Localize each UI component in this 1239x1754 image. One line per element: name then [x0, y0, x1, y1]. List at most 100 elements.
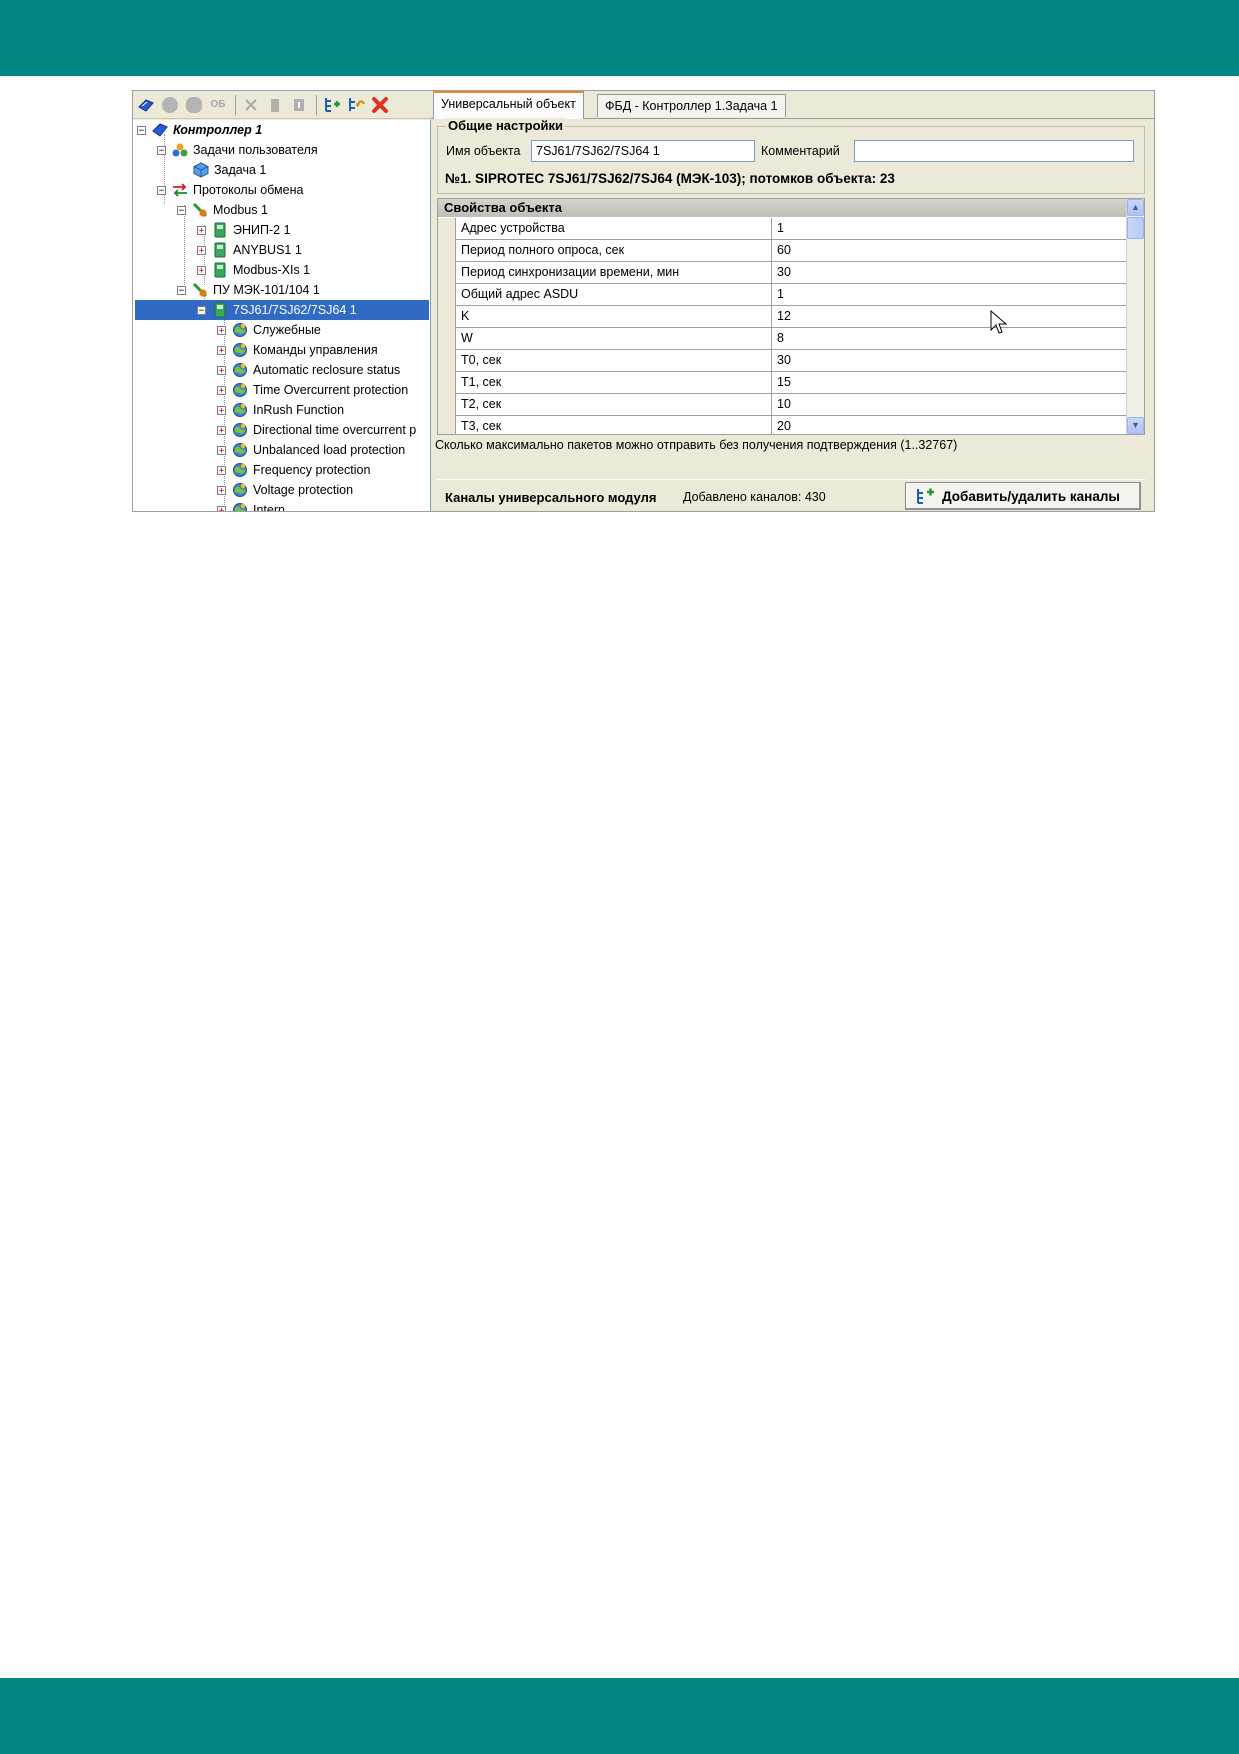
tree-node-modbusxls[interactable]: + Modbus-XIs 1: [197, 260, 310, 280]
globe-icon: [233, 423, 247, 437]
object-name-input[interactable]: 7SJ61/7SJ62/7SJ64 1: [531, 140, 755, 162]
add-group-icon[interactable]: [183, 94, 205, 116]
property-row[interactable]: Период синхронизации времени, мин 30: [438, 262, 1128, 284]
property-row[interactable]: K 12: [438, 306, 1128, 328]
property-value[interactable]: 12: [772, 306, 1128, 328]
comment-input[interactable]: [854, 140, 1134, 162]
expand-toggle[interactable]: +: [217, 345, 226, 355]
tree-node-label: Протоколы обмена: [193, 183, 304, 197]
property-hint: Сколько максимально пакетов можно отправ…: [435, 438, 958, 452]
ob-label: ОБ: [210, 99, 226, 110]
property-row[interactable]: Общий адрес ASDU 1: [438, 284, 1128, 306]
cut-icon[interactable]: [240, 94, 262, 116]
expand-toggle[interactable]: +: [217, 385, 226, 395]
channels-title: Каналы универсального модуля: [445, 490, 657, 505]
scroll-up-button[interactable]: ▲: [1127, 199, 1144, 216]
comment-label: Комментарий: [761, 144, 840, 158]
tree-node-category[interactable]: + Directional time overcurrent p: [217, 420, 416, 440]
tree-node-category[interactable]: + InRush Function: [217, 400, 344, 420]
add-icon[interactable]: [159, 94, 181, 116]
tab-label: ФБД - Контроллер 1.Задача 1: [605, 99, 778, 113]
controller-icon[interactable]: [135, 94, 157, 116]
property-row[interactable]: Адрес устройства 1: [438, 218, 1128, 240]
collapse-toggle[interactable]: −: [137, 125, 146, 135]
property-row[interactable]: T2, сек 10: [438, 394, 1128, 416]
property-row[interactable]: Период полного опроса, сек 60: [438, 240, 1128, 262]
expand-toggle[interactable]: +: [217, 485, 226, 495]
tree-node-category[interactable]: + Voltage protection: [217, 480, 353, 500]
globe-icon: [233, 343, 247, 357]
property-row[interactable]: T1, сек 15: [438, 372, 1128, 394]
scroll-thumb[interactable]: [1127, 217, 1144, 239]
collapse-toggle[interactable]: −: [157, 145, 166, 155]
property-name: Общий адрес ASDU: [456, 284, 772, 306]
tree-node-root[interactable]: − Контроллер 1: [137, 120, 262, 140]
properties-icon[interactable]: [288, 94, 310, 116]
expand-toggle[interactable]: +: [217, 425, 226, 435]
tree-node-category[interactable]: + Frequency protection: [217, 460, 370, 480]
expand-toggle[interactable]: +: [217, 505, 226, 511]
property-name: W: [456, 328, 772, 350]
tree-node-category[interactable]: + Time Overcurrent protection: [217, 380, 408, 400]
object-tree[interactable]: − Контроллер 1 − Задачи пользователя Зад…: [133, 120, 431, 511]
row-gutter: [438, 240, 456, 262]
tree-node-modbus[interactable]: − Modbus 1: [177, 200, 268, 220]
property-value[interactable]: 1: [772, 218, 1128, 240]
expand-toggle[interactable]: +: [217, 325, 226, 335]
tree-node-category[interactable]: + Unbalanced load protection: [217, 440, 405, 460]
globe-icon: [233, 363, 247, 377]
property-value[interactable]: 30: [772, 350, 1128, 372]
property-value[interactable]: 60: [772, 240, 1128, 262]
expand-toggle[interactable]: +: [217, 465, 226, 475]
expand-toggle[interactable]: +: [217, 365, 226, 375]
expand-toggle[interactable]: +: [197, 265, 206, 275]
tree-node-anybus[interactable]: + ANYBUS1 1: [197, 240, 302, 260]
tree-node-znip[interactable]: + ЭНИП-2 1: [197, 220, 291, 240]
expand-toggle[interactable]: +: [197, 245, 206, 255]
tree-node-protocols[interactable]: − Протоколы обмена: [157, 180, 303, 200]
tree-node-label: Задача 1: [214, 163, 267, 177]
tree-toolbar: ОБ: [133, 91, 431, 119]
property-value[interactable]: 30: [772, 262, 1128, 284]
tree-node-task1[interactable]: Задача 1: [193, 160, 266, 180]
delete-icon[interactable]: [264, 94, 286, 116]
tree-node-label: ПУ МЭК-101/104 1: [213, 283, 320, 297]
globe-icon: [233, 483, 247, 497]
property-value[interactable]: 10: [772, 394, 1128, 416]
tree-node-category[interactable]: + Automatic reclosure status: [217, 360, 400, 380]
row-gutter: [438, 394, 456, 416]
collapse-toggle[interactable]: −: [157, 185, 166, 195]
tree-node-label: 7SJ61/7SJ62/7SJ64 1: [233, 303, 357, 317]
property-row[interactable]: W8: [438, 328, 1128, 350]
expand-toggle[interactable]: +: [217, 405, 226, 415]
expand-toggle[interactable]: +: [197, 225, 206, 235]
property-value[interactable]: 20: [772, 416, 1128, 434]
tree-node-category[interactable]: + Команды управления: [217, 340, 378, 360]
ob-icon[interactable]: ОБ: [207, 94, 229, 116]
tree-add-icon[interactable]: [321, 94, 343, 116]
collapse-toggle[interactable]: −: [177, 205, 186, 215]
add-remove-channels-button[interactable]: Добавить/удалить каналы: [905, 482, 1141, 510]
tree-node-category[interactable]: + Служебные: [217, 320, 321, 340]
property-value[interactable]: 15: [772, 372, 1128, 394]
tree-undo-icon[interactable]: [345, 94, 367, 116]
property-value[interactable]: 1: [772, 284, 1128, 306]
tree-node-tasks[interactable]: − Задачи пользователя: [157, 140, 318, 160]
name-label: Имя объекта: [446, 144, 521, 158]
expand-toggle[interactable]: +: [217, 445, 226, 455]
scroll-down-button[interactable]: ▼: [1127, 417, 1144, 434]
property-row[interactable]: T0, сек 30: [438, 350, 1128, 372]
tree-node-category[interactable]: + Intern...: [217, 500, 295, 511]
properties-scrollbar[interactable]: ▲ ▼: [1126, 199, 1144, 434]
tab-fbd[interactable]: ФБД - Контроллер 1.Задача 1: [597, 94, 786, 117]
property-value[interactable]: 8: [772, 328, 1128, 350]
property-row[interactable]: T3, сек 20: [438, 416, 1128, 434]
tab-universal-object[interactable]: Универсальный объект: [433, 91, 584, 119]
tree-node-device-selected[interactable]: − 7SJ61/7SJ62/7SJ64 1: [135, 300, 429, 320]
collapse-toggle[interactable]: −: [197, 305, 206, 315]
tree-node-label: Modbus-XIs 1: [233, 263, 311, 277]
close-icon[interactable]: [369, 94, 391, 116]
row-gutter: [438, 416, 456, 434]
tree-node-pu[interactable]: − ПУ МЭК-101/104 1: [177, 280, 320, 300]
collapse-toggle[interactable]: −: [177, 285, 186, 295]
